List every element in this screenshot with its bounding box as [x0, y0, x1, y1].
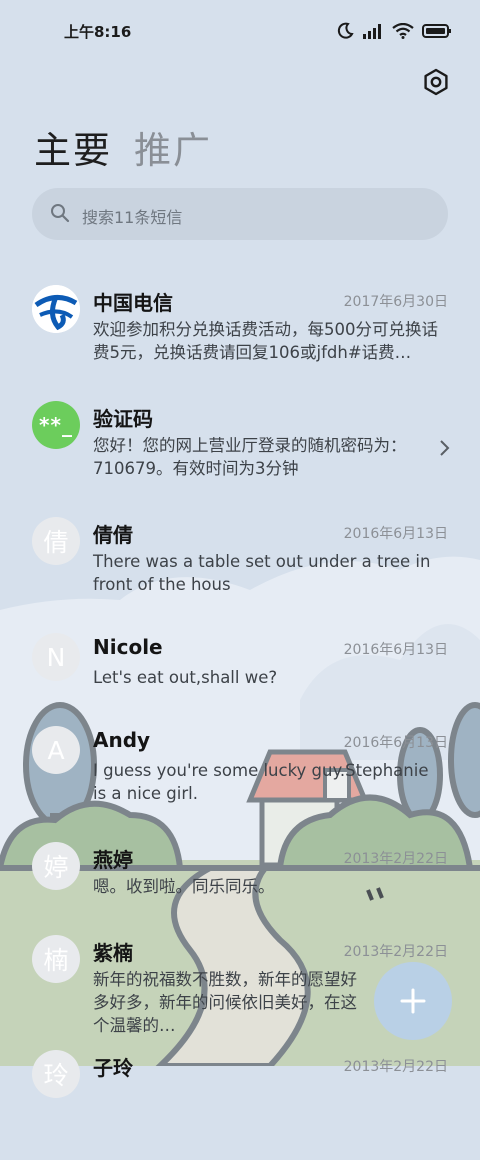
avatar: 倩	[32, 517, 80, 565]
message-item[interactable]: A Andy 2016年6月13日 I guess you're some lu…	[0, 726, 480, 836]
avatar: 玲	[32, 1050, 80, 1098]
message-preview: 欢迎参加积分兑换话费活动，每500分可兑换话费5元，兑换话费请回复106或jfd…	[93, 320, 438, 362]
sender-name: 子玲	[93, 1056, 133, 1080]
settings-gear-icon[interactable]	[422, 68, 450, 96]
message-preview: Let's eat out,shall we?	[93, 668, 278, 687]
moon-icon	[337, 22, 354, 39]
chevron-right-icon	[440, 440, 450, 456]
sender-name: 验证码	[93, 407, 153, 431]
sender-name: 紫楠	[93, 941, 133, 965]
message-date: 2013年2月22日	[343, 1059, 448, 1075]
tab-primary[interactable]: 主要	[34, 120, 112, 174]
sender-name: 燕婷	[93, 848, 133, 872]
message-date: 2016年6月13日	[343, 526, 448, 542]
message-preview: 您好！您的网上营业厅登录的随机密码为：710679。有效时间为3分钟	[93, 436, 407, 478]
status-time: 上午8:16	[64, 23, 132, 41]
status-bar: 上午8:16	[0, 0, 480, 62]
avatar: 婷	[32, 842, 80, 890]
message-preview: 嗯。收到啦。同乐同乐。	[93, 877, 275, 896]
message-date: 2013年2月22日	[343, 851, 448, 867]
tab-promotions[interactable]: 推广	[134, 120, 212, 174]
telecom-logo-avatar	[32, 285, 80, 333]
message-item[interactable]: **_ 验证码 您好！您的网上营业厅登录的随机密码为：710679。有效时间为3…	[0, 401, 480, 511]
message-item[interactable]: 中国电信 2017年6月30日 欢迎参加积分兑换话费活动，每500分可兑换话费5…	[0, 285, 480, 395]
new-message-button[interactable]	[374, 962, 452, 1040]
search-icon	[51, 204, 70, 223]
message-item[interactable]: 玲 子玲 2013年2月22日	[0, 1050, 480, 1160]
message-preview: I guess you're some lucky guy.Stephanie …	[93, 761, 429, 803]
message-date: 2016年6月13日	[343, 642, 448, 658]
message-date: 2016年6月13日	[343, 735, 448, 751]
search-bar[interactable]: 搜索11条短信	[32, 188, 448, 240]
avatar: 楠	[32, 935, 80, 983]
wifi-icon	[392, 23, 414, 39]
search-placeholder: 搜索11条短信	[82, 208, 183, 227]
plus-icon	[400, 988, 426, 1014]
battery-icon	[422, 24, 451, 38]
china-telecom-logo-icon	[32, 285, 80, 333]
avatar: A	[32, 726, 80, 774]
message-preview: 新年的祝福数不胜数，新年的愿望好多好多，新年的问候依旧美好，在这个温馨的…	[93, 970, 357, 1035]
tab-bar: 主要 推广	[34, 120, 212, 174]
message-date: 2013年2月22日	[343, 944, 448, 960]
sender-name: Andy	[93, 728, 151, 752]
signal-icon	[363, 24, 381, 39]
message-date: 2017年6月30日	[343, 294, 448, 310]
sender-name: 倩倩	[93, 523, 133, 547]
sender-name: Nicole	[93, 635, 163, 659]
sender-name: 中国电信	[93, 291, 173, 315]
message-preview: There was a table set out under a tree i…	[93, 552, 431, 594]
message-item[interactable]: 倩 倩倩 2016年6月13日 There was a table set ou…	[0, 517, 480, 627]
avatar: N	[32, 633, 80, 681]
avatar: **_	[32, 401, 80, 449]
